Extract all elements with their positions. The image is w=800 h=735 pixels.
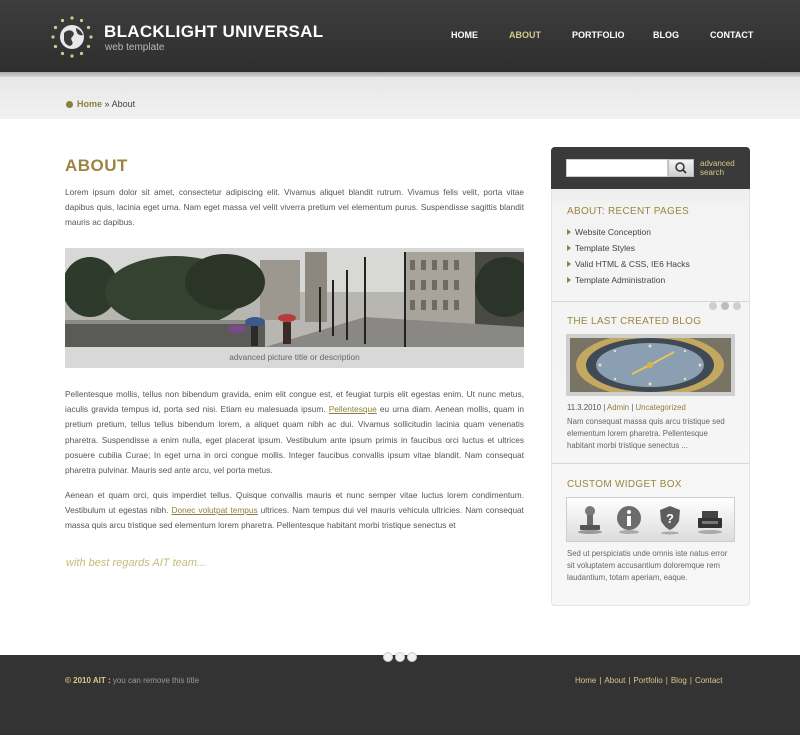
nav-contact[interactable]: CONTACT — [710, 30, 753, 40]
recent-page-link[interactable]: Website Conception — [575, 227, 651, 237]
list-item[interactable]: Website Conception — [567, 224, 690, 240]
blog-excerpt: Nam consequat massa quis arcu tristique … — [567, 417, 725, 450]
arrow-bullet-icon — [567, 277, 571, 283]
breadcrumb: Home » About — [66, 99, 135, 109]
blog-meta: 11.3.2010 | Admin | Uncategorized — [567, 403, 686, 412]
recent-page-link[interactable]: Template Styles — [575, 243, 635, 253]
site-footer — [0, 655, 800, 735]
list-item[interactable]: Valid HTML & CSS, IE6 Hacks — [567, 256, 690, 272]
separator: | — [628, 676, 631, 685]
paragraph-text: eu urna diam. Aenean mollis, quam in pre… — [65, 404, 524, 476]
pager-dot[interactable] — [733, 302, 741, 310]
globe-stars-logo-icon[interactable] — [50, 15, 94, 59]
body-paragraph-1: Pellentesque mollis, tellus non bibendum… — [65, 387, 524, 478]
search-input[interactable] — [566, 159, 668, 177]
svg-text:?: ? — [666, 511, 674, 526]
blog-date: 11.3.2010 — [567, 403, 602, 412]
intro-paragraph: Lorem ipsum dolor sit amet, consectetur … — [65, 187, 524, 228]
breadcrumb-separator: » — [104, 99, 110, 109]
list-item[interactable]: Template Styles — [567, 240, 690, 256]
footer-link-blog[interactable]: Blog — [671, 676, 687, 685]
footer-decoration — [383, 649, 419, 667]
copyright: © 2010 AIT : you can remove this title — [65, 676, 199, 685]
copyright-text: you can remove this title — [112, 676, 200, 685]
fax-icon[interactable] — [695, 503, 725, 535]
signature: with best regards AIT team... — [66, 557, 207, 569]
breadcrumb-band — [0, 77, 800, 119]
arrow-bullet-icon — [567, 245, 571, 251]
help-shield-icon[interactable]: ? — [655, 503, 685, 535]
search-icon — [675, 162, 687, 174]
nav-blog[interactable]: BLOG — [653, 30, 679, 40]
page-title: ABOUT — [65, 156, 128, 175]
blog-author-link[interactable]: Admin — [607, 403, 629, 412]
footer-nav: Home | About | Portfolio | Blog | Contact — [575, 676, 723, 685]
site-title[interactable]: BLACKLIGHT UNIVERSAL — [104, 22, 323, 42]
widget-text: Sed ut perspiciatis unde omnis iste natu… — [567, 549, 728, 582]
breadcrumb-current: About — [111, 99, 136, 109]
footer-link-about[interactable]: About — [604, 676, 625, 685]
widget-title: CUSTOM WIDGET BOX — [567, 479, 682, 490]
recent-page-link[interactable]: Template Administration — [575, 275, 665, 285]
pager-dot[interactable] — [709, 302, 717, 310]
body-paragraph-2: Aenean et quam orci, quis imperdiet tell… — [65, 488, 524, 534]
widget-icon-bar: ? — [566, 497, 735, 542]
decor-dot — [395, 652, 405, 662]
separator: | — [599, 676, 602, 685]
search-button[interactable] — [668, 159, 694, 177]
copyright-label: © 2010 AIT : — [65, 676, 111, 685]
recent-pages-list: Website Conception Template Styles Valid… — [567, 224, 690, 288]
recent-pages-pager — [709, 297, 745, 315]
footer-link-contact[interactable]: Contact — [695, 676, 723, 685]
inline-link-donec[interactable]: Donec volutpat tempus — [171, 505, 257, 515]
advanced-search-link[interactable]: advanced search — [700, 159, 745, 177]
site-subtitle: web template — [105, 42, 165, 53]
nav-home[interactable]: HOME — [451, 30, 478, 40]
arrow-bullet-icon — [567, 229, 571, 235]
city-street-photo — [65, 252, 524, 347]
clock-photo[interactable] — [570, 338, 731, 392]
sidebar-divider — [552, 463, 749, 464]
inline-link-pellentesque[interactable]: Pellentesque — [329, 404, 377, 414]
recent-page-link[interactable]: Valid HTML & CSS, IE6 Hacks — [575, 259, 690, 269]
arrow-bullet-icon — [567, 261, 571, 267]
footer-link-home[interactable]: Home — [575, 676, 596, 685]
nav-about[interactable]: ABOUT — [509, 30, 541, 40]
recent-pages-title: ABOUT: RECENT PAGES — [567, 206, 690, 217]
breadcrumb-home-link[interactable]: Home — [77, 99, 102, 109]
decor-dot — [383, 652, 393, 662]
picture-caption: advanced picture title or description — [229, 352, 360, 362]
pager-dot[interactable] — [721, 302, 729, 310]
info-icon[interactable] — [614, 503, 644, 535]
stamp-icon[interactable] — [575, 503, 605, 535]
bullet-icon — [66, 101, 73, 108]
separator: | — [665, 676, 668, 685]
decor-dot — [407, 652, 417, 662]
blog-category-link[interactable]: Uncategorized — [636, 403, 686, 412]
separator: | — [689, 676, 692, 685]
list-item[interactable]: Template Administration — [567, 272, 690, 288]
nav-portfolio[interactable]: PORTFOLIO — [572, 30, 625, 40]
footer-link-portfolio[interactable]: Portfolio — [633, 676, 662, 685]
last-blog-title: THE LAST CREATED BLOG — [567, 316, 702, 327]
